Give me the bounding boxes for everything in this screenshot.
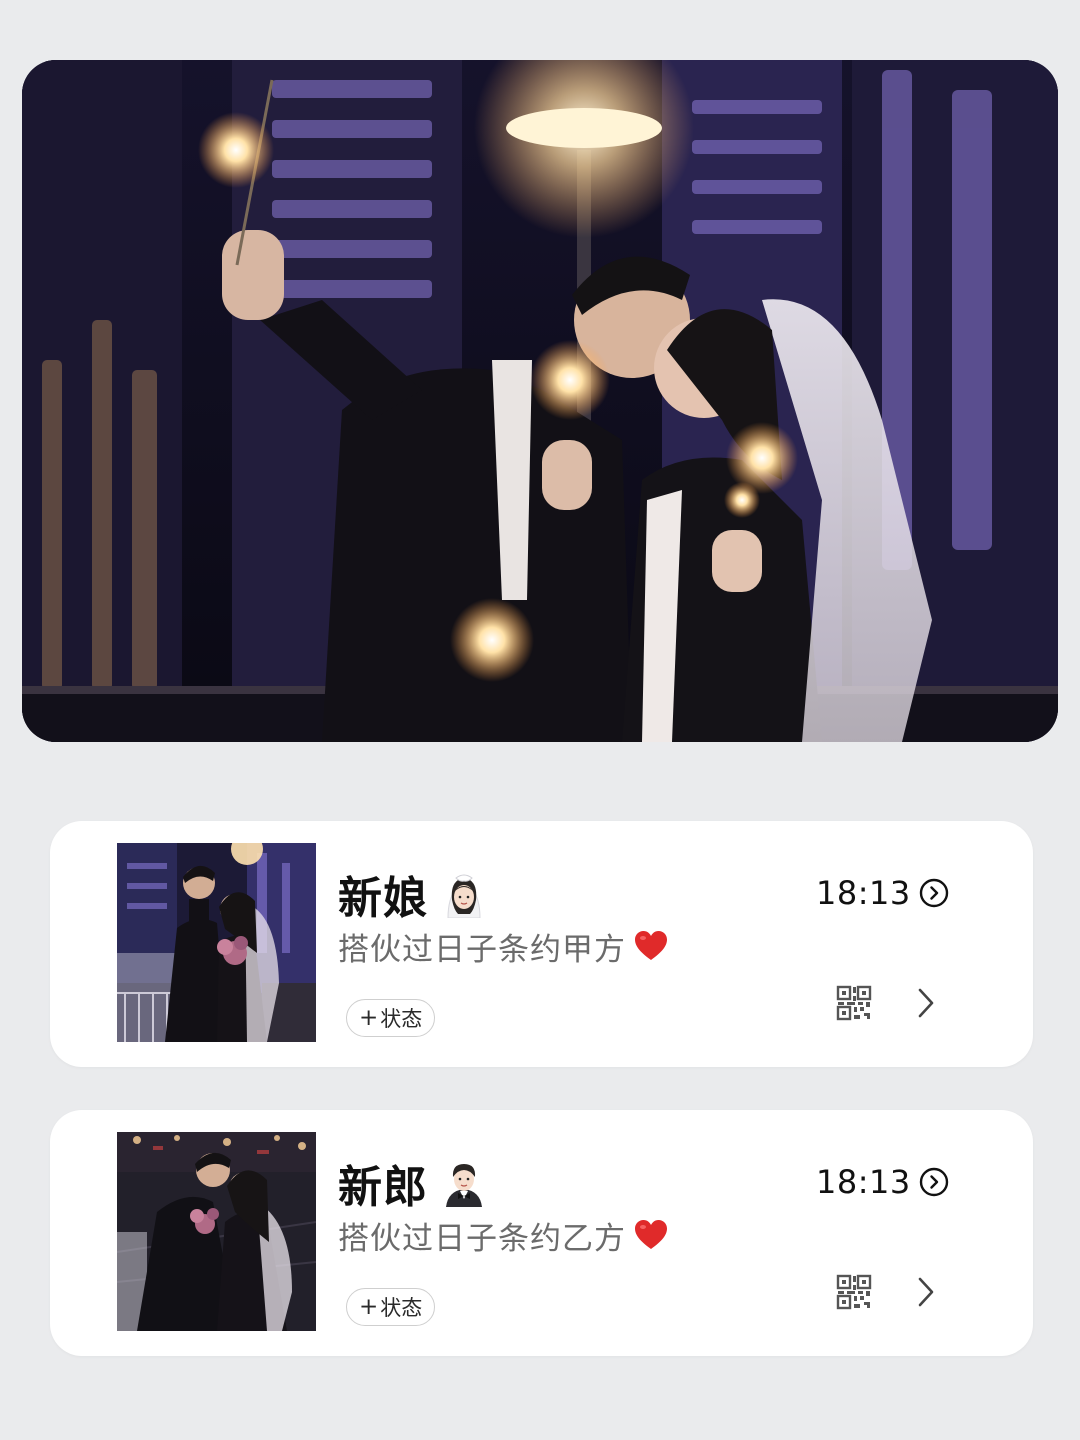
add-status-button[interactable]: + 状态 bbox=[346, 999, 436, 1037]
time-row[interactable]: 18:13 bbox=[816, 871, 949, 915]
signature-row: 搭伙过日子条约乙方 bbox=[338, 1212, 668, 1258]
bride-emoji-icon bbox=[447, 874, 481, 918]
qr-code-icon[interactable] bbox=[836, 1274, 872, 1310]
chevron-right-icon[interactable] bbox=[916, 1276, 936, 1308]
profile-card-groom[interactable]: 新郎 搭伙过日子条约乙方 + 状态 18:13 bbox=[50, 1110, 1033, 1356]
profile-card-bride[interactable]: 新娘 搭伙过日子条约甲方 + 状态 18:13 bbox=[50, 821, 1033, 1067]
groom-emoji-icon bbox=[446, 1164, 482, 1207]
time-row[interactable]: 18:13 bbox=[816, 1160, 949, 1204]
red-heart-icon bbox=[635, 1220, 667, 1249]
profile-name: 新娘 bbox=[338, 873, 428, 924]
add-status-button[interactable]: + 状态 bbox=[346, 1288, 436, 1326]
avatar-photo bbox=[117, 843, 316, 1042]
play-circle-icon bbox=[919, 878, 948, 908]
name-row: 新郎 bbox=[338, 1152, 488, 1214]
time-text: 18:13 bbox=[816, 874, 911, 912]
signature-text: 搭伙过日子条约乙方 bbox=[338, 1220, 626, 1257]
chevron-right-icon[interactable] bbox=[916, 987, 936, 1019]
signature-row: 搭伙过日子条约甲方 bbox=[338, 923, 668, 969]
name-row: 新娘 bbox=[338, 863, 488, 925]
plus-icon: + bbox=[359, 1293, 379, 1320]
red-heart-icon bbox=[635, 931, 667, 960]
hero-photo-illustration bbox=[22, 60, 1058, 742]
avatar[interactable] bbox=[117, 843, 316, 1042]
status-label: 状态 bbox=[380, 1007, 423, 1031]
signature-text: 搭伙过日子条约甲方 bbox=[338, 931, 626, 968]
plus-icon: + bbox=[359, 1004, 379, 1031]
time-text: 18:13 bbox=[816, 1163, 911, 1201]
play-circle-icon bbox=[919, 1167, 948, 1197]
avatar[interactable] bbox=[117, 1132, 316, 1331]
avatar-photo bbox=[117, 1132, 316, 1331]
status-label: 状态 bbox=[380, 1296, 423, 1320]
qr-code-icon[interactable] bbox=[836, 985, 872, 1021]
hero-photo bbox=[22, 60, 1058, 742]
profile-name: 新郎 bbox=[338, 1162, 428, 1213]
